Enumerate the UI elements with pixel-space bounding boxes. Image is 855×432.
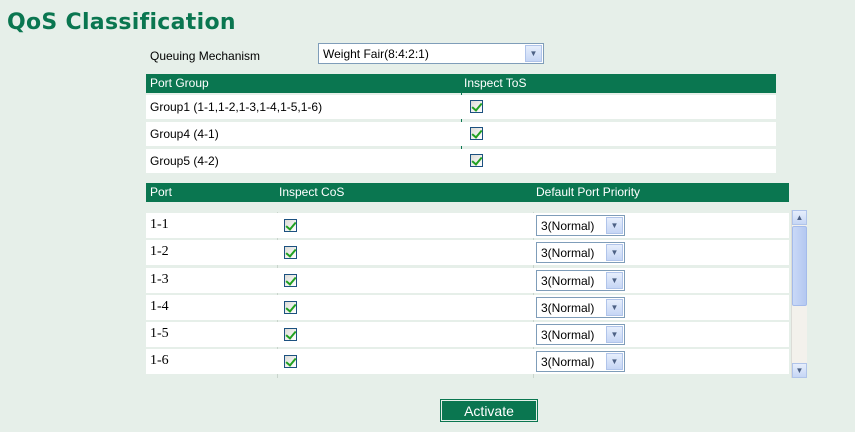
scrollbar-thumb[interactable]	[792, 226, 807, 306]
table-row: 1-1 3(Normal) ▼	[146, 213, 789, 238]
priority-select[interactable]: 3(Normal) ▼	[536, 324, 625, 345]
port-name: 1-3	[150, 272, 169, 287]
priority-value: 3(Normal)	[541, 245, 595, 260]
table-row: 1-6 3(Normal) ▼	[146, 349, 789, 374]
group-name: Group4 (4-1)	[150, 127, 219, 141]
port-name: 1-4	[150, 299, 169, 314]
queuing-mechanism-select[interactable]: Weight Fair(8:4:2:1) ▼	[318, 43, 544, 64]
priority-select[interactable]: 3(Normal) ▼	[536, 215, 625, 236]
priority-value: 3(Normal)	[541, 273, 595, 288]
inspect-cos-checkbox[interactable]	[284, 301, 297, 314]
priority-value: 3(Normal)	[541, 218, 595, 233]
chevron-down-icon[interactable]: ▼	[606, 299, 623, 316]
page-title: QoS Classification	[7, 10, 236, 35]
group-row: Group5 (4-2)	[146, 149, 776, 173]
queuing-mechanism-value: Weight Fair(8:4:2:1)	[323, 46, 429, 61]
inspect-cos-checkbox[interactable]	[284, 355, 297, 368]
inspect-cos-checkbox[interactable]	[284, 328, 297, 341]
inspect-tos-checkbox[interactable]	[470, 154, 483, 167]
inspect-cos-checkbox[interactable]	[284, 246, 297, 259]
queuing-mechanism-label: Queuing Mechanism	[150, 49, 261, 63]
chevron-down-icon[interactable]: ▼	[606, 326, 623, 343]
chevron-down-icon[interactable]: ▼	[606, 272, 623, 289]
chevron-down-icon[interactable]: ▼	[606, 353, 623, 370]
chevron-down-icon[interactable]: ▼	[606, 217, 623, 234]
inspect-tos-checkbox[interactable]	[470, 100, 483, 113]
chevron-down-icon[interactable]: ▼	[606, 244, 623, 261]
priority-select[interactable]: 3(Normal) ▼	[536, 351, 625, 372]
group-row: Group1 (1-1,1-2,1-3,1-4,1-5,1-6)	[146, 95, 776, 119]
inspect-cos-checkbox[interactable]	[284, 219, 297, 232]
header-port: Port	[150, 185, 173, 199]
inspect-cos-checkbox[interactable]	[284, 274, 297, 287]
priority-value: 3(Normal)	[541, 300, 595, 315]
group-name: Group1 (1-1,1-2,1-3,1-4,1-5,1-6)	[150, 100, 323, 114]
priority-select[interactable]: 3(Normal) ▼	[536, 242, 625, 263]
inspect-tos-checkbox[interactable]	[470, 127, 483, 140]
table-row: 1-2 3(Normal) ▼	[146, 240, 789, 265]
header-default-port-priority: Default Port Priority	[536, 185, 641, 199]
port-table-header: Port Inspect CoS Default Port Priority	[146, 183, 789, 202]
chevron-down-icon[interactable]: ▼	[525, 45, 542, 62]
priority-select[interactable]: 3(Normal) ▼	[536, 270, 625, 291]
group-name: Group5 (4-2)	[150, 154, 219, 168]
activate-button[interactable]: Activate	[440, 399, 538, 422]
port-table-scrollbar[interactable]: ▲ ▼	[791, 210, 807, 378]
port-name: 1-6	[150, 353, 169, 368]
port-name: 1-2	[150, 244, 169, 259]
header-inspect-tos: Inspect ToS	[464, 76, 527, 90]
table-row: 1-4 3(Normal) ▼	[146, 295, 789, 320]
table-row: 1-3 3(Normal) ▼	[146, 268, 789, 293]
scroll-down-icon[interactable]: ▼	[792, 363, 807, 378]
header-port-group: Port Group	[150, 76, 209, 90]
table-row: 1-5 3(Normal) ▼	[146, 322, 789, 347]
port-name: 1-1	[150, 217, 169, 232]
port-name: 1-5	[150, 326, 169, 341]
group-row: Group4 (4-1)	[146, 122, 776, 146]
priority-value: 3(Normal)	[541, 354, 595, 369]
priority-value: 3(Normal)	[541, 327, 595, 342]
scroll-up-icon[interactable]: ▲	[792, 210, 807, 225]
header-inspect-cos: Inspect CoS	[279, 185, 345, 199]
priority-select[interactable]: 3(Normal) ▼	[536, 297, 625, 318]
